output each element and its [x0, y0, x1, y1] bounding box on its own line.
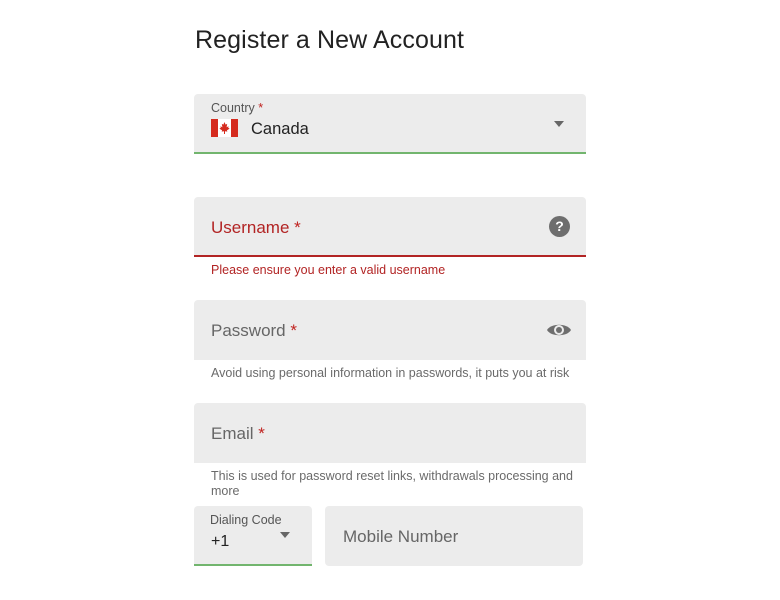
- country-label: Country *: [211, 101, 264, 115]
- required-mark: *: [294, 218, 301, 237]
- username-label: Username *: [211, 218, 301, 237]
- country-select[interactable]: Country * Canada: [194, 94, 586, 154]
- email-field[interactable]: Email *: [194, 403, 586, 463]
- password-label: Password *: [211, 321, 297, 340]
- username-field[interactable]: Username * ?: [194, 197, 586, 257]
- question-mark-icon[interactable]: ?: [549, 216, 570, 237]
- chevron-down-icon[interactable]: [554, 121, 564, 127]
- canada-flag-icon: [211, 119, 238, 137]
- required-mark: *: [258, 424, 265, 443]
- password-field[interactable]: Password *: [194, 300, 586, 360]
- mobile-number-label: Mobile Number: [343, 527, 459, 546]
- required-mark: *: [290, 321, 297, 340]
- email-label: Email *: [211, 424, 265, 443]
- password-hint: Avoid using personal information in pass…: [211, 366, 570, 380]
- dialing-code-select[interactable]: Dialing Code +1: [194, 506, 312, 566]
- dialing-code-label: Dialing Code: [210, 513, 282, 527]
- email-hint: This is used for password reset links, w…: [211, 469, 573, 498]
- required-mark: *: [258, 101, 264, 115]
- username-error: Please ensure you enter a valid username: [211, 263, 446, 277]
- eye-icon[interactable]: [546, 320, 572, 340]
- page-title: Register a New Account: [195, 26, 464, 54]
- mobile-number-field[interactable]: Mobile Number: [325, 506, 583, 566]
- chevron-down-icon[interactable]: [280, 532, 290, 538]
- country-value: Canada: [251, 120, 309, 138]
- dialing-code-value: +1: [211, 533, 230, 550]
